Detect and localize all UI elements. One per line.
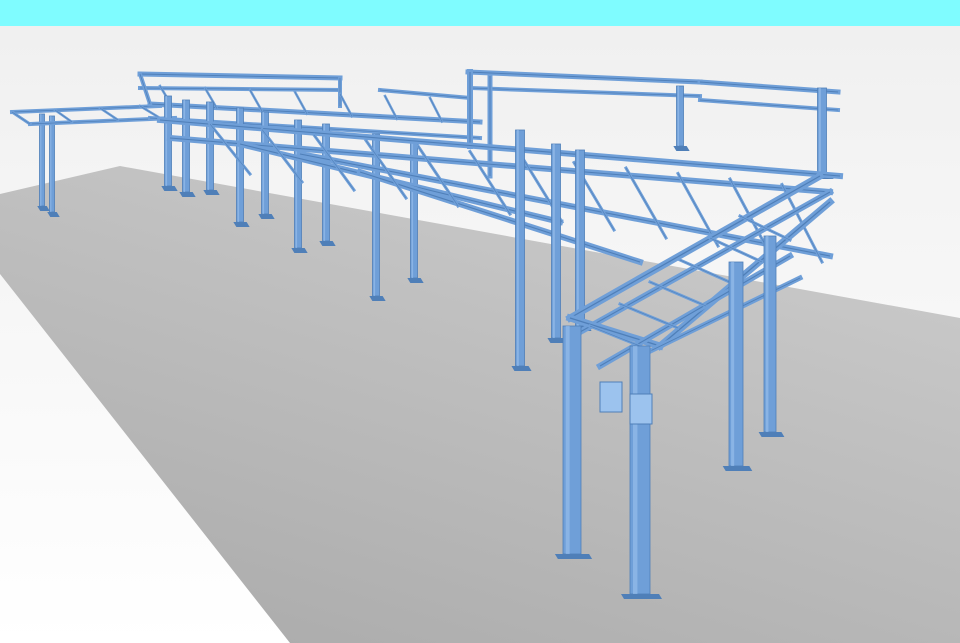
column-highlight — [677, 86, 680, 146]
gusset-plate — [629, 393, 653, 425]
column-highlight — [295, 120, 298, 248]
column-highlight — [50, 116, 52, 212]
column-highlight — [731, 262, 735, 466]
3d-viewport[interactable] — [0, 26, 960, 643]
steel-structure-scene[interactable] — [0, 26, 960, 643]
column-highlight — [576, 150, 579, 326]
base-plate — [554, 554, 593, 559]
column-highlight — [565, 326, 570, 554]
base-plate — [722, 466, 753, 471]
base-plate — [621, 594, 662, 599]
base-plate — [758, 432, 785, 437]
column-highlight — [633, 346, 638, 594]
column-highlight — [373, 134, 376, 296]
column-highlight — [40, 114, 42, 206]
column-highlight — [165, 96, 168, 186]
column-highlight — [516, 130, 519, 366]
column-highlight — [818, 88, 821, 174]
column-highlight — [552, 144, 555, 338]
column-highlight — [765, 236, 769, 432]
base-plate — [511, 366, 532, 371]
gusset-plate — [599, 381, 623, 413]
top-bar — [0, 0, 960, 26]
column-highlight — [323, 124, 326, 241]
column-highlight — [207, 102, 210, 190]
column-highlight — [183, 100, 186, 192]
